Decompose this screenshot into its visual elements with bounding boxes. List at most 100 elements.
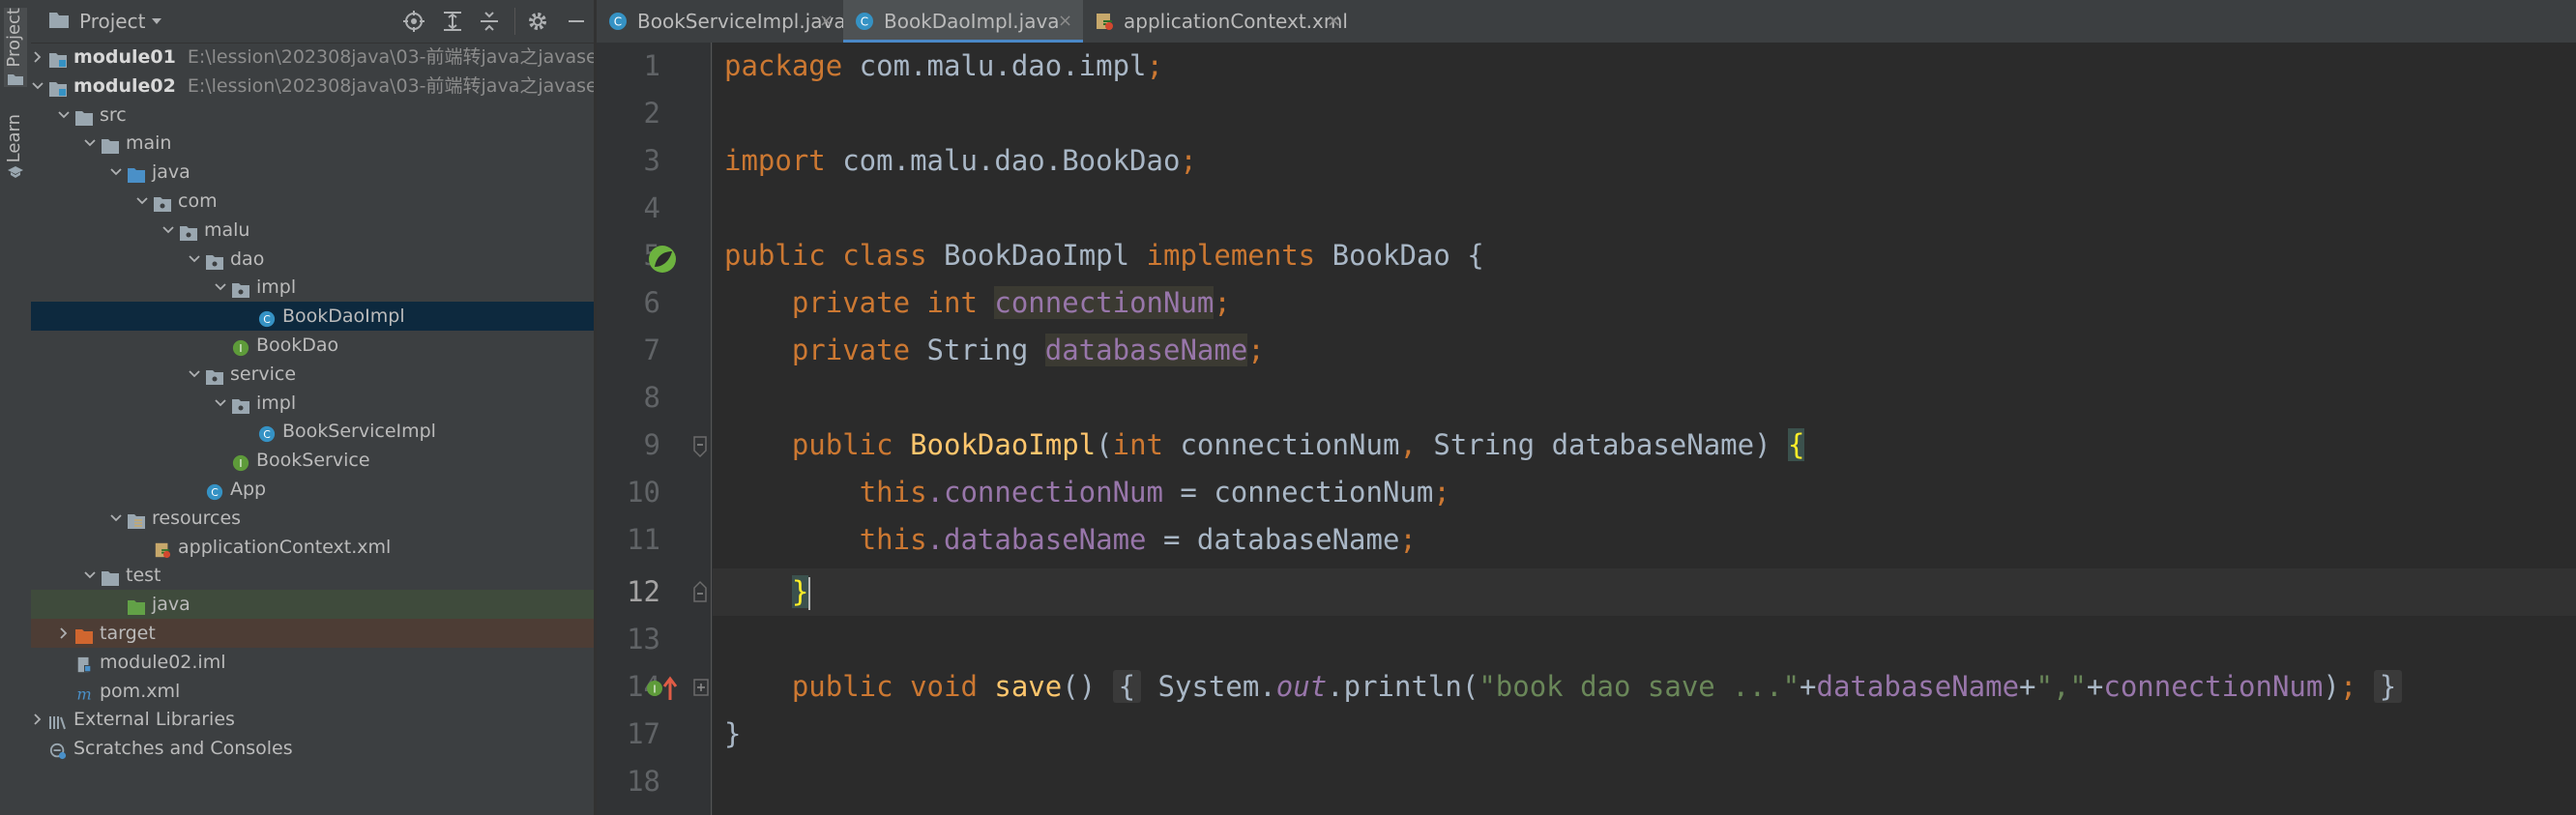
learn-tool-tab-label: Learn xyxy=(4,114,24,163)
gutter-separator xyxy=(711,43,712,815)
chevron-down-icon[interactable] xyxy=(135,194,149,208)
tree-item-bookservice[interactable]: I BookService xyxy=(31,446,594,475)
package-icon xyxy=(179,221,198,241)
source-folder-icon xyxy=(127,163,146,184)
chevron-down-icon[interactable] xyxy=(83,568,97,582)
tree-item-impl[interactable]: impl xyxy=(31,273,594,302)
tree-item-src[interactable]: src xyxy=(31,101,594,130)
scratches-icon xyxy=(48,740,68,760)
tree-item-label: target xyxy=(100,619,156,648)
line-number: 7 xyxy=(643,334,660,366)
xml-file-icon xyxy=(153,538,172,558)
interface-icon: I xyxy=(231,451,250,472)
chevron-right-icon[interactable] xyxy=(31,50,44,64)
maven-icon: m xyxy=(74,683,94,703)
tree-item-label: dao xyxy=(230,245,264,274)
chevron-down-icon[interactable] xyxy=(214,280,227,294)
svg-text:C: C xyxy=(263,313,271,326)
tree-item-com[interactable]: com xyxy=(31,187,594,216)
chevron-down-icon[interactable] xyxy=(149,14,164,29)
expand-all-icon[interactable] xyxy=(441,10,464,33)
implements-method-icon[interactable]: I xyxy=(645,673,680,704)
tree-item-app[interactable]: C App xyxy=(31,475,594,504)
chevron-down-icon[interactable] xyxy=(161,223,175,237)
tree-item-java[interactable]: java xyxy=(31,158,594,187)
tree-item-text: BookDaoImpl xyxy=(282,306,405,328)
gear-icon[interactable] xyxy=(526,10,549,33)
tree-item-module02[interactable]: module02 E:\lession\202308java\03-前端转java… xyxy=(31,72,594,101)
package-icon xyxy=(231,394,250,414)
tree-item-target[interactable]: target xyxy=(31,619,594,648)
chevron-down-icon[interactable] xyxy=(214,396,227,410)
chevron-down-icon[interactable] xyxy=(188,367,201,381)
tree-item-service[interactable]: service xyxy=(31,360,594,389)
tree-item-impl[interactable]: impl xyxy=(31,389,594,418)
chevron-down-icon[interactable] xyxy=(31,79,44,93)
excluded-folder-icon xyxy=(74,625,94,644)
fold-end-icon[interactable] xyxy=(692,576,708,603)
code-line-5: public class BookDaoImpl implements Book… xyxy=(724,239,1484,272)
chevron-down-icon[interactable] xyxy=(83,136,97,150)
learn-icon xyxy=(8,166,23,178)
tab-bookdaoimpl[interactable]: C BookDaoImpl.java × xyxy=(843,0,1083,43)
chevron-right-icon[interactable] xyxy=(57,626,71,640)
package-icon xyxy=(153,192,172,212)
locate-icon[interactable] xyxy=(402,10,425,33)
module-folder-icon xyxy=(48,48,68,68)
tree-item-text: BookService xyxy=(256,450,370,472)
tree-item-module01[interactable]: module01 E:\lession\202308java\03-前端转java… xyxy=(31,43,594,72)
chevron-down-icon[interactable] xyxy=(57,108,71,122)
chevron-down-icon[interactable] xyxy=(188,252,201,266)
tree-item-text: service xyxy=(230,363,297,385)
tree-item-text: module02.iml xyxy=(100,651,226,673)
iml-file-icon xyxy=(74,654,94,672)
tab-applicationcontext[interactable]: applicationContext.xml × xyxy=(1083,0,1354,43)
tree-item-bookdaoimpl[interactable]: C BookDaoImpl xyxy=(31,302,594,332)
close-icon[interactable]: × xyxy=(819,0,834,43)
class-icon: C xyxy=(257,422,277,443)
hide-icon[interactable] xyxy=(565,10,588,33)
chevron-down-icon[interactable] xyxy=(109,511,123,525)
chevron-down-icon[interactable] xyxy=(109,165,123,179)
tree-item-java[interactable]: java xyxy=(31,590,594,620)
xml-icon xyxy=(1097,14,1113,30)
code-editor[interactable]: 12345678910111213141718 I package com.ma… xyxy=(597,43,2576,815)
fold-start-icon[interactable] xyxy=(692,435,708,462)
tree-item-resources[interactable]: resources xyxy=(31,504,594,533)
tool-window-strip: Project Learn xyxy=(0,0,32,815)
tree-item-text: pom.xml xyxy=(100,680,181,702)
svg-text:m: m xyxy=(76,685,91,703)
module-folder-icon xyxy=(48,77,68,97)
tree-item-module02-iml[interactable]: module02.iml xyxy=(31,648,594,677)
collapse-all-icon[interactable] xyxy=(478,10,501,33)
fold-collapsed-icon[interactable] xyxy=(692,677,710,698)
folder-icon xyxy=(101,567,120,587)
svg-text:I: I xyxy=(653,684,656,696)
resources-folder-icon xyxy=(127,509,146,529)
tab-bookserviceimpl[interactable]: C BookServiceImpl.java × xyxy=(597,0,846,43)
tree-item-scratches-and-consoles[interactable]: Scratches and Consoles xyxy=(31,734,594,763)
tree-item-main[interactable]: main xyxy=(31,129,594,158)
svg-text:C: C xyxy=(614,15,622,29)
tree-item-label: service xyxy=(230,360,296,389)
tree-item-test[interactable]: test xyxy=(31,561,594,590)
tree-item-applicationcontext-xml[interactable]: applicationContext.xml xyxy=(31,533,594,562)
class-icon: C xyxy=(205,480,224,501)
tree-item-bookserviceimpl[interactable]: C BookServiceImpl xyxy=(31,417,594,446)
tree-item-text: dao xyxy=(230,247,265,270)
tree-item-label: resources xyxy=(152,504,241,533)
tree-item-text: test xyxy=(126,565,161,587)
chevron-right-icon[interactable] xyxy=(31,713,44,726)
class-icon: C xyxy=(856,13,873,30)
close-icon[interactable]: × xyxy=(1058,0,1072,43)
tree-item-dao[interactable]: dao xyxy=(31,245,594,274)
tree-item-label: test xyxy=(126,561,161,590)
close-icon[interactable]: × xyxy=(1327,0,1341,43)
tree-item-pom-xml[interactable]: m pom.xml xyxy=(31,677,594,706)
line-number: 13 xyxy=(627,623,660,655)
tree-item-external-libraries[interactable]: External Libraries xyxy=(31,705,594,734)
tree-item-bookdao[interactable]: I BookDao xyxy=(31,331,594,360)
tree-item-malu[interactable]: malu xyxy=(31,216,594,245)
code-line-14: public void save() { System.out.println(… xyxy=(724,663,2403,711)
spring-bean-icon[interactable] xyxy=(647,244,678,275)
